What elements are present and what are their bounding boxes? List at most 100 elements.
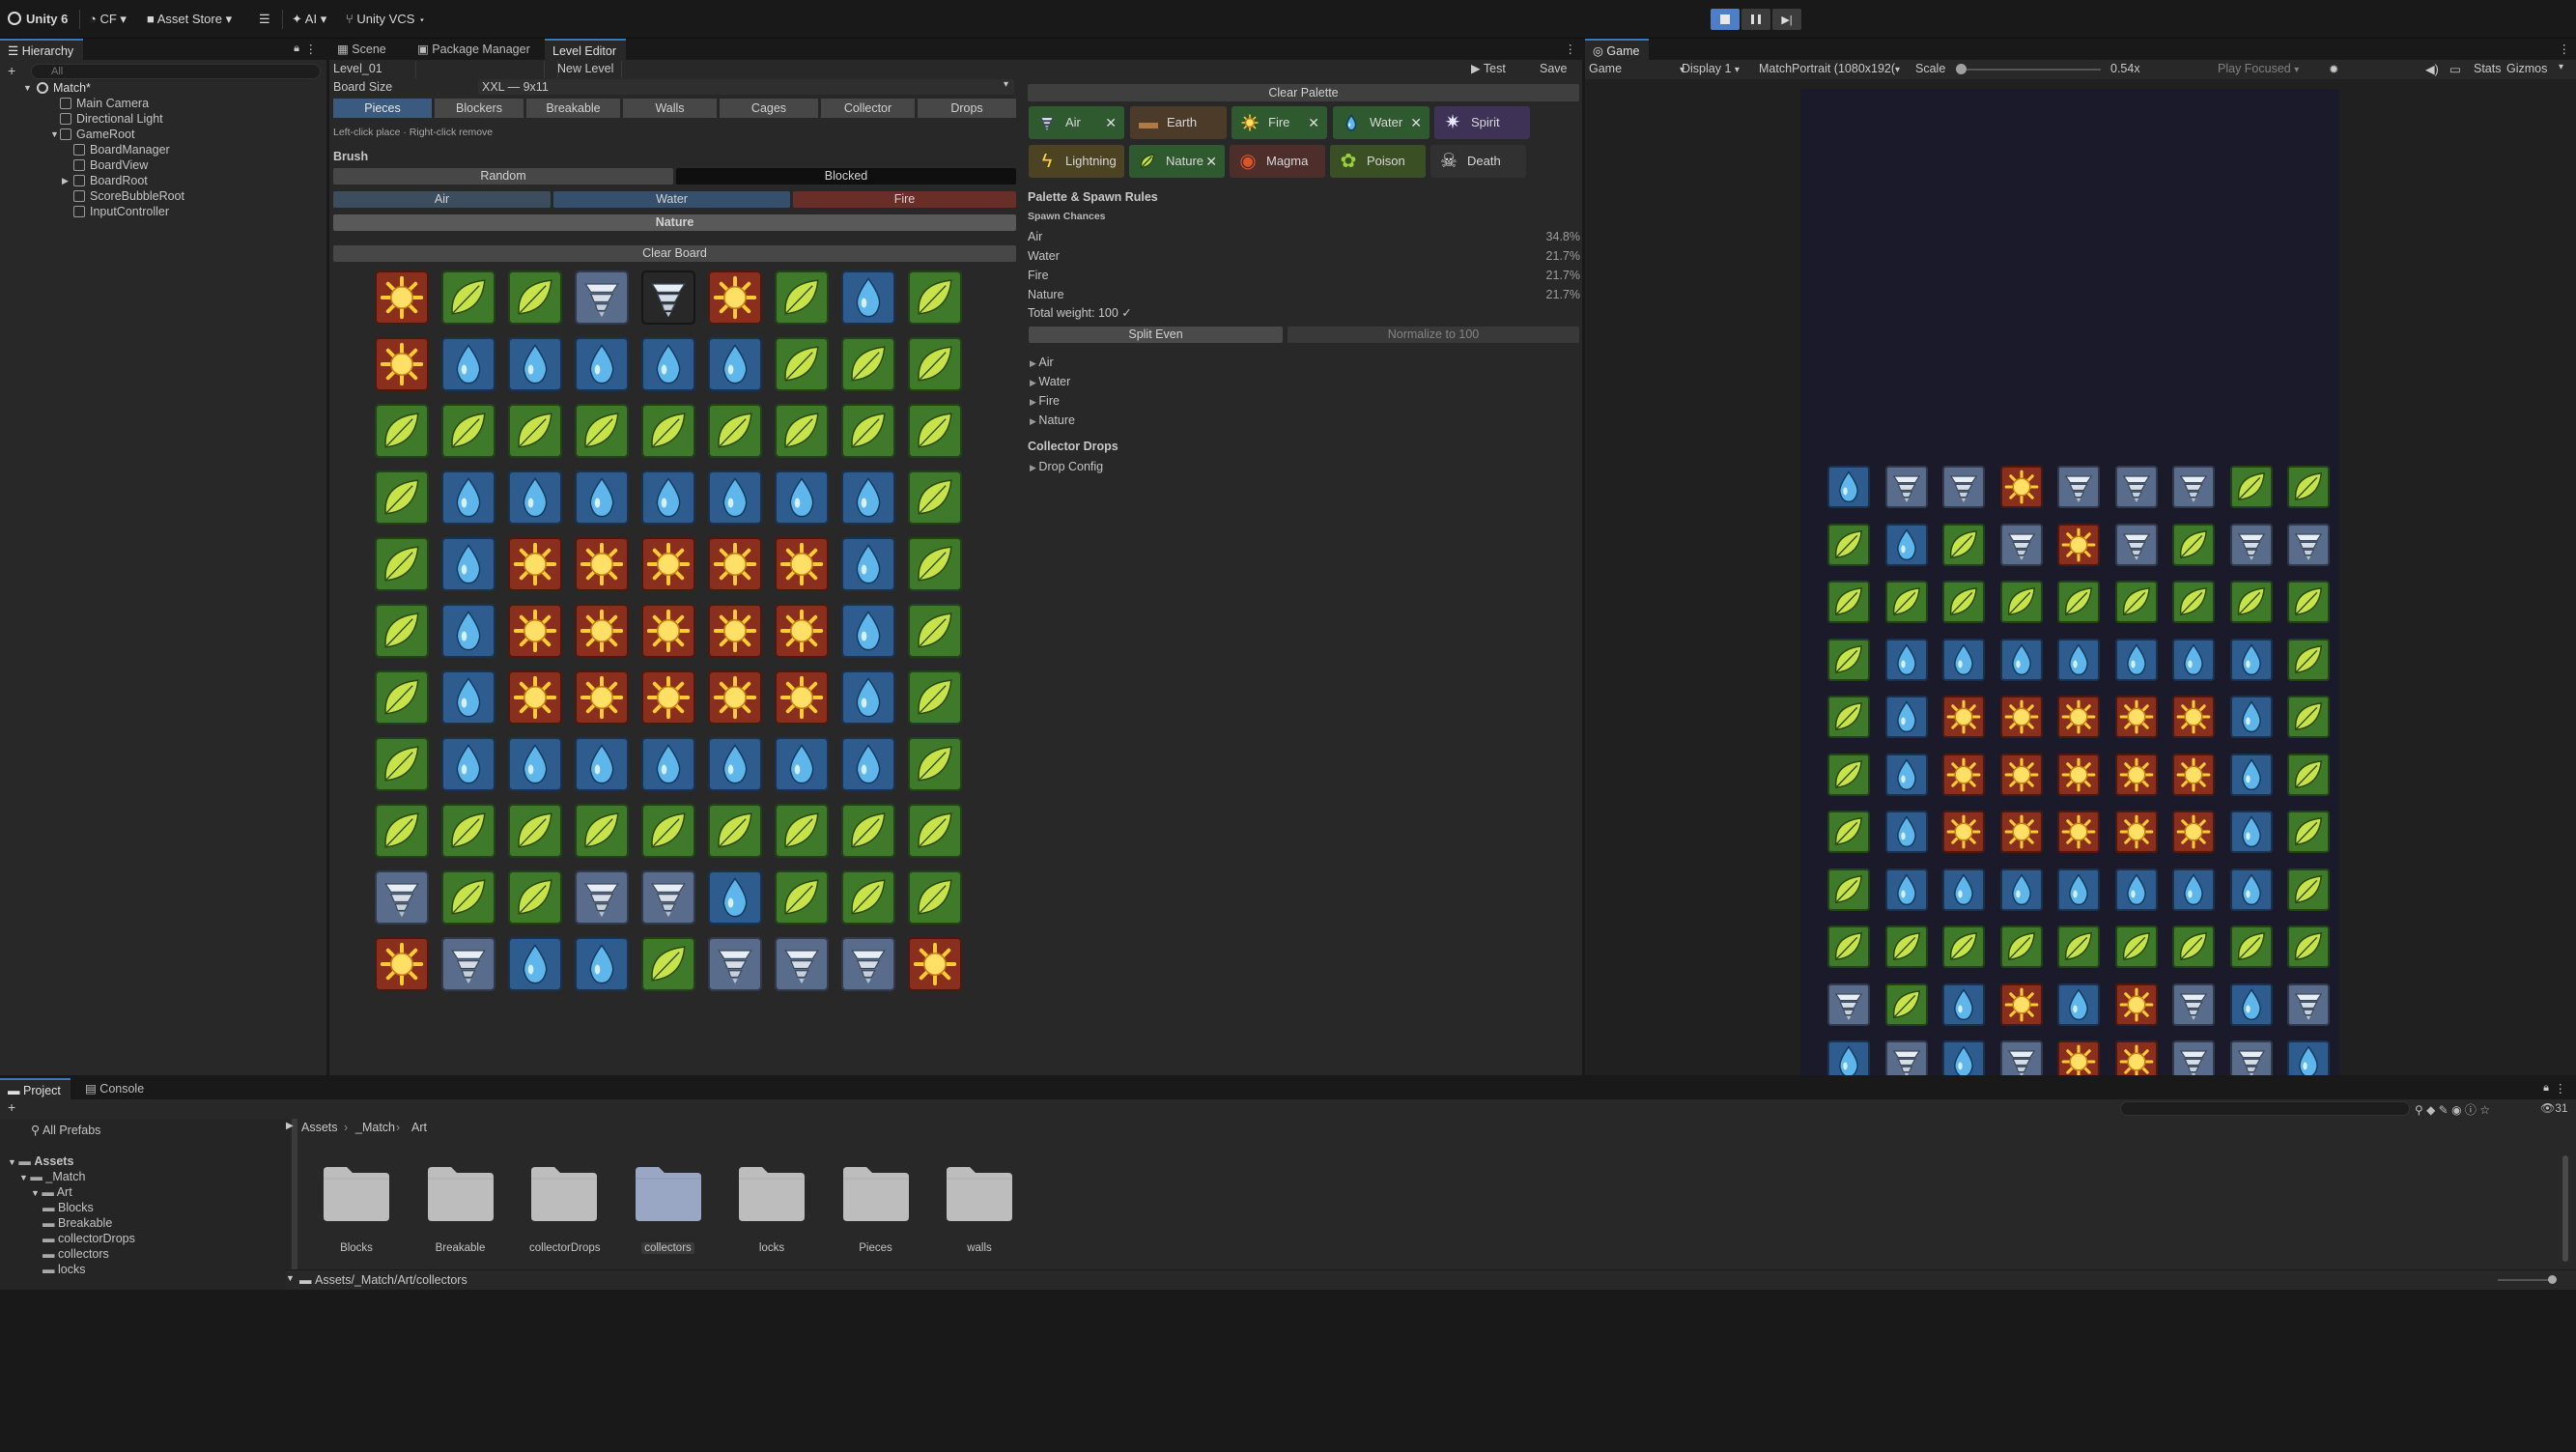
user-menu[interactable]: ◔ CF ▾ — [89, 8, 127, 31]
air-tile[interactable] — [708, 937, 762, 991]
nature-tile[interactable] — [775, 337, 829, 391]
water-tile[interactable] — [2229, 811, 2273, 853]
nature-tile[interactable] — [2229, 925, 2273, 968]
folder-locks[interactable]: locks — [737, 1163, 807, 1254]
all-prefabs-item[interactable]: ⚲ All Prefabs — [31, 1123, 100, 1138]
nature-tile[interactable] — [2114, 581, 2158, 623]
palette-item-earth[interactable]: ▬ Earth — [1130, 106, 1227, 139]
nature-tile[interactable] — [1827, 811, 1870, 853]
foldout-nature[interactable]: ▶ Nature — [1030, 412, 1075, 429]
water-tile[interactable] — [508, 937, 562, 991]
water-tile[interactable] — [575, 937, 629, 991]
water-tile[interactable] — [441, 337, 495, 391]
tab-hierarchy[interactable]: ☰ Hierarchy — [0, 39, 84, 60]
water-tile[interactable] — [1884, 638, 1928, 681]
nature-tile[interactable] — [375, 670, 429, 725]
water-tile[interactable] — [1942, 982, 1985, 1026]
water-tile[interactable] — [2114, 638, 2158, 681]
water-tile[interactable] — [441, 737, 495, 791]
palette-item-fire[interactable]: Fire ✕ — [1231, 106, 1327, 139]
nature-tile[interactable] — [441, 270, 495, 325]
fire-tile[interactable] — [908, 937, 962, 991]
add-asset-icon[interactable]: + — [8, 1099, 15, 1115]
nature-tile[interactable] — [908, 470, 962, 525]
fire-tile[interactable] — [2057, 696, 2100, 738]
water-tile[interactable] — [641, 470, 695, 525]
nature-tile[interactable] — [775, 270, 829, 325]
tree-item[interactable]: ▬ locks — [42, 1262, 85, 1277]
nature-tile[interactable] — [2172, 925, 2215, 968]
fire-tile[interactable] — [1942, 811, 1985, 853]
chevron-down-icon[interactable]: ▾ — [2559, 62, 2563, 72]
tab-console[interactable]: ▤ Console — [77, 1078, 154, 1099]
nature-tile[interactable] — [908, 270, 962, 325]
test-button[interactable]: ▶ Test — [1471, 61, 1506, 75]
hierarchy-search-input[interactable] — [31, 64, 321, 79]
hierarchy-item[interactable]: BoardView — [0, 157, 326, 173]
kebab-menu-icon[interactable]: ⋮ — [2555, 1081, 2567, 1096]
air-tile[interactable] — [1942, 466, 1985, 508]
nature-tile[interactable] — [1884, 581, 1928, 623]
water-tile[interactable] — [1999, 638, 2043, 681]
crumb-match[interactable]: _Match — [355, 1121, 395, 1134]
water-tile[interactable] — [2057, 868, 2100, 911]
water-tile[interactable] — [841, 604, 895, 658]
fire-tile[interactable] — [375, 937, 429, 991]
water-tile[interactable] — [1884, 868, 1928, 911]
water-tile[interactable] — [1999, 868, 2043, 911]
folder-collectors[interactable]: collectors — [634, 1163, 703, 1254]
remove-icon[interactable]: ✕ — [1410, 106, 1422, 139]
tree-item[interactable]: ▬ Blocks — [42, 1200, 94, 1215]
nature-tile[interactable] — [641, 804, 695, 858]
nature-tile[interactable] — [575, 404, 629, 458]
tab-walls[interactable]: Walls — [623, 99, 717, 118]
scale-slider[interactable] — [1956, 64, 2101, 74]
nature-tile[interactable] — [775, 804, 829, 858]
nature-tile[interactable] — [575, 804, 629, 858]
board-size-dropdown[interactable]: XXL — 9x11 ▾ — [478, 79, 1014, 95]
fire-tile[interactable] — [2057, 753, 2100, 796]
water-tile[interactable] — [841, 737, 895, 791]
water-tile[interactable] — [775, 470, 829, 525]
fire-tile[interactable] — [375, 270, 429, 325]
nature-tile[interactable] — [708, 804, 762, 858]
nature-tile[interactable] — [908, 804, 962, 858]
tab-collector[interactable]: Collector — [821, 99, 915, 118]
fire-tile[interactable] — [708, 604, 762, 658]
crumb-assets[interactable]: Assets — [301, 1121, 338, 1134]
step-button[interactable]: ▶| — [1772, 9, 1801, 30]
stats-button[interactable]: Stats — [2474, 62, 2502, 75]
nature-tile[interactable] — [1942, 925, 1985, 968]
water-tile[interactable] — [575, 470, 629, 525]
nature-tile[interactable] — [508, 804, 562, 858]
water-tile[interactable] — [2057, 982, 2100, 1026]
hierarchy-item[interactable]: Directional Light — [0, 111, 326, 127]
screen-icon[interactable]: ▭ — [2449, 62, 2461, 76]
nature-tile[interactable] — [375, 737, 429, 791]
fire-tile[interactable] — [2114, 982, 2158, 1026]
lock-icon[interactable]: 🔒︎ — [294, 43, 299, 55]
add-icon[interactable]: + — [8, 63, 15, 78]
palette-item-spirit[interactable]: ✷ Spirit — [1434, 106, 1530, 139]
air-tile[interactable] — [2172, 466, 2215, 508]
nature-tile[interactable] — [841, 804, 895, 858]
ai-menu[interactable]: ✦ AI ▾ — [292, 8, 326, 31]
water-tile[interactable] — [841, 670, 895, 725]
filter-icons[interactable]: ⚲ ◆ ✎ ◉ ⓘ ☆ — [2415, 1101, 2490, 1118]
tab-package-manager[interactable]: ▣ Package Manager — [410, 39, 540, 60]
nature-tile[interactable] — [908, 737, 962, 791]
play-focused-dropdown[interactable]: Play Focused ▾ — [2218, 62, 2299, 75]
water-tile[interactable] — [2229, 868, 2273, 911]
nature-tile[interactable] — [2114, 925, 2158, 968]
nature-tile[interactable] — [841, 404, 895, 458]
water-tile[interactable] — [2229, 638, 2273, 681]
water-tile[interactable] — [508, 337, 562, 391]
vcs-menu[interactable]: ⑂ Unity VCS ▾ — [346, 8, 426, 31]
nature-tile[interactable] — [508, 404, 562, 458]
brush-air-button[interactable]: Air — [333, 191, 551, 208]
brush-blocked-button[interactable]: Blocked — [676, 168, 1016, 185]
water-tile[interactable] — [2229, 753, 2273, 796]
nature-tile[interactable] — [708, 404, 762, 458]
nature-tile[interactable] — [508, 270, 562, 325]
game-viewport[interactable] — [1800, 89, 2339, 1083]
